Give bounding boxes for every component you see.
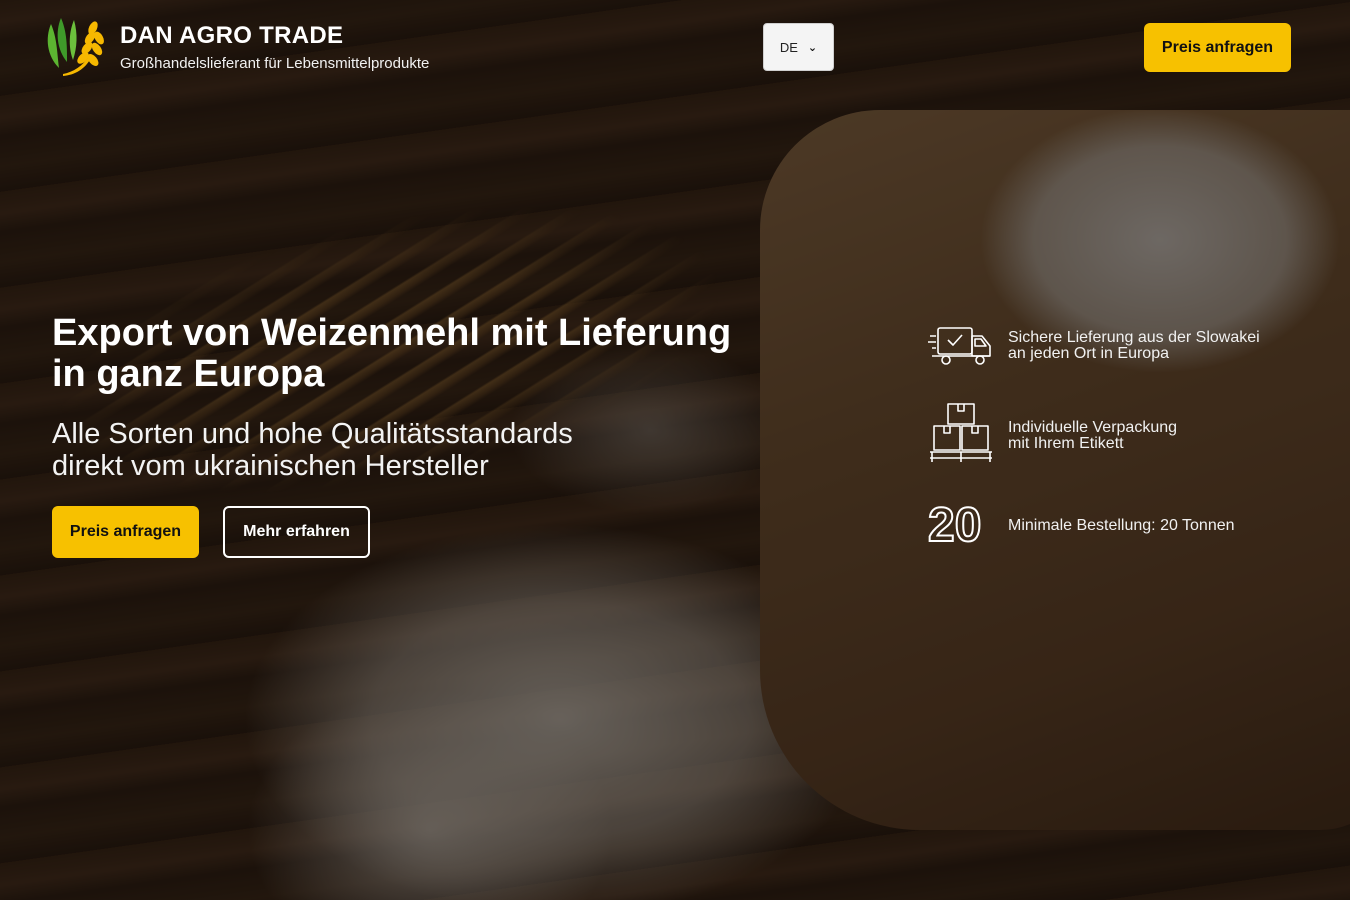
language-select[interactable]: DE ⌄ [763, 23, 834, 71]
language-value: DE [779, 39, 798, 55]
site-header: DAN AGRO TRADE Großhandelslieferant für … [0, 0, 1350, 100]
hero-title-line-1: Export von Weizenmehl mit Lieferung [52, 312, 732, 354]
hero-subtitle: Alle Sorten und hohe Qualitätsstandards … [52, 418, 772, 482]
hero-title: Export von Weizenmehl mit Lieferung in g… [52, 313, 812, 395]
learn-more-button[interactable]: Mehr erfahren [223, 506, 370, 558]
hero-request-price-button[interactable]: Preis anfragen [52, 506, 199, 558]
feature-min-order: 20 Minimale Bestellung: 20 Tonnen [927, 498, 1328, 564]
feature-packaging: Individuelle Verpackung mit Ihrem Etiket… [928, 402, 1328, 468]
feature-packaging-line-1: Individuelle Verpackung [1008, 419, 1178, 436]
brand-title[interactable]: DAN AGRO TRADE [120, 22, 343, 50]
min-order-number: 20 [927, 498, 982, 553]
brand-subtitle: Großhandelslieferant für Lebensmittelpro… [120, 55, 430, 72]
delivery-truck-icon [928, 327, 991, 365]
packaging-boxes-icon [930, 403, 992, 462]
wheat-logo-icon[interactable] [43, 16, 105, 78]
feature-delivery-line-1: Sichere Lieferung aus der Slowakei [1008, 329, 1260, 346]
hero-title-line-2: in ganz Europa [52, 353, 325, 395]
hero-subtitle-line-2: direkt vom ukrainischen Hersteller [52, 450, 489, 482]
header-request-price-button[interactable]: Preis anfragen [1144, 23, 1291, 72]
number-20-icon: 20 [927, 498, 994, 564]
feature-delivery: Sichere Lieferung aus der Slowakei an je… [928, 322, 1328, 388]
chevron-down-icon: ⌄ [807, 41, 818, 54]
feature-min-order-text: Minimale Bestellung: 20 Tonnen [1008, 517, 1235, 534]
feature-packaging-line-2: mit Ihrem Etikett [1008, 435, 1124, 452]
feature-delivery-line-2: an jeden Ort in Europa [1008, 345, 1169, 362]
hero-subtitle-line-1: Alle Sorten und hohe Qualitätsstandards [52, 418, 573, 450]
